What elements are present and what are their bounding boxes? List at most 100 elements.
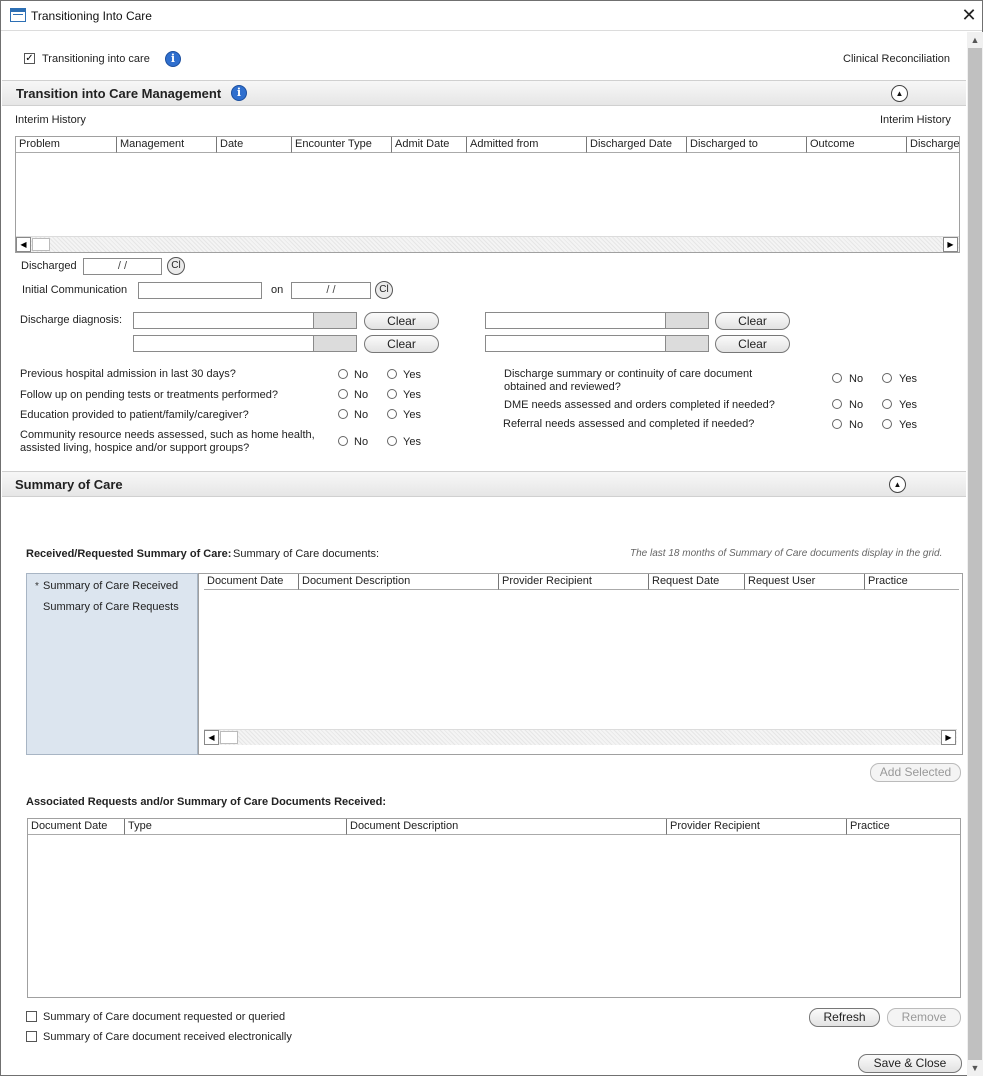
column-header[interactable]: Document Date (28, 819, 125, 835)
column-header[interactable]: Type (125, 819, 347, 835)
discharge-diagnosis-label: Discharge diagnosis: (20, 314, 123, 326)
diagnosis-lookup-box[interactable] (665, 312, 709, 329)
column-header[interactable]: Date (217, 137, 292, 153)
no-label: No (849, 399, 864, 411)
nav-item-requests[interactable]: Summary of Care Requests (43, 601, 179, 613)
yes-label: Yes (403, 369, 421, 381)
no-radio[interactable] (338, 389, 348, 399)
summary-of-care-grid[interactable]: Document Date Document Description Provi… (198, 573, 963, 755)
scroll-thumb[interactable] (32, 238, 50, 251)
column-header[interactable]: Document Description (299, 574, 499, 590)
column-header[interactable]: Request User (745, 574, 865, 590)
column-header[interactable]: Document Description (347, 819, 667, 835)
discharge-diagnosis-field[interactable] (133, 335, 314, 352)
yes-radio[interactable] (882, 419, 892, 429)
no-radio[interactable] (832, 419, 842, 429)
close-button[interactable]: ✕ (959, 5, 979, 25)
discharge-diagnosis-field[interactable] (485, 312, 666, 329)
yes-radio[interactable] (387, 436, 397, 446)
scroll-down-arrow-icon[interactable]: ▼ (967, 1060, 983, 1076)
initial-communication-clear-button[interactable]: Cl (375, 281, 393, 299)
yes-radio[interactable] (882, 399, 892, 409)
discharged-date-field[interactable]: / / (83, 258, 162, 275)
yes-radio[interactable] (882, 373, 892, 383)
diagnosis-lookup-box[interactable] (665, 335, 709, 352)
no-label: No (849, 419, 864, 431)
scroll-left-arrow-icon[interactable]: ◀ (16, 237, 31, 252)
initial-communication-date-field[interactable]: / / (291, 282, 371, 299)
column-header[interactable]: Problem (16, 137, 117, 153)
scroll-left-arrow-icon[interactable]: ◀ (204, 730, 219, 745)
info-icon[interactable]: i (165, 51, 181, 67)
column-header[interactable]: Request Date (649, 574, 745, 590)
save-and-close-button[interactable]: Save & Close (858, 1054, 962, 1073)
collapse-icon[interactable]: ▲ (889, 476, 906, 493)
no-radio[interactable] (338, 436, 348, 446)
yes-label: Yes (899, 399, 917, 411)
column-header[interactable]: Discharged to (687, 137, 807, 153)
yes-label: Yes (403, 389, 421, 401)
scroll-right-arrow-icon[interactable]: ▶ (943, 237, 958, 252)
remove-button[interactable]: Remove (887, 1008, 961, 1027)
column-header[interactable]: Encounter Type (292, 137, 392, 153)
associated-documents-grid[interactable]: Document Date Type Document Description … (27, 818, 961, 998)
horizontal-scrollbar[interactable]: ◀ ▶ (16, 236, 959, 252)
no-radio[interactable] (338, 409, 348, 419)
no-label: No (354, 389, 369, 401)
vertical-scrollbar[interactable]: ▲ ▼ (967, 32, 983, 1076)
interim-history-grid[interactable]: Problem Management Date Encounter Type A… (15, 136, 960, 253)
add-selected-button[interactable]: Add Selected (870, 763, 961, 782)
column-header[interactable]: Management (117, 137, 217, 153)
no-radio[interactable] (338, 369, 348, 379)
column-header[interactable]: Practice (847, 819, 960, 835)
scroll-right-arrow-icon[interactable]: ▶ (941, 730, 956, 745)
clear-button[interactable]: Clear (364, 312, 439, 330)
transitioning-into-care-checkbox[interactable]: ✓ (24, 53, 35, 64)
yes-radio[interactable] (387, 369, 397, 379)
yes-label: Yes (899, 419, 917, 431)
question-label: DME needs assessed and orders completed … (504, 399, 775, 411)
clear-button[interactable]: Clear (715, 312, 790, 330)
discharge-diagnosis-field[interactable] (485, 335, 666, 352)
collapse-icon[interactable]: ▲ (891, 85, 908, 102)
column-header[interactable]: Discharged Date (587, 137, 687, 153)
scroll-thumb[interactable] (220, 731, 238, 744)
column-header[interactable]: Provider Recipient (667, 819, 847, 835)
title-bar: Transitioning Into Care ✕ (1, 1, 982, 31)
scroll-thumb[interactable] (968, 48, 982, 1060)
transition-into-care-header: Transition into Care Management i ▲ (2, 80, 966, 106)
column-header[interactable]: Document Date (204, 574, 299, 590)
interim-history-link[interactable]: Interim History (880, 114, 951, 126)
interim-history-label: Interim History (15, 114, 86, 126)
column-header[interactable]: Admitted from (467, 137, 587, 153)
clear-button[interactable]: Clear (364, 335, 439, 353)
received-electronically-checkbox[interactable] (26, 1031, 37, 1042)
info-icon[interactable]: i (231, 85, 247, 101)
yes-radio[interactable] (387, 409, 397, 419)
discharged-clear-button[interactable]: Cl (167, 257, 185, 275)
refresh-button[interactable]: Refresh (809, 1008, 880, 1027)
column-header[interactable]: Provider Recipient (499, 574, 649, 590)
clear-button[interactable]: Clear (715, 335, 790, 353)
yes-radio[interactable] (387, 389, 397, 399)
no-radio[interactable] (832, 399, 842, 409)
discharged-label: Discharged (21, 260, 77, 272)
grid-note: The last 18 months of Summary of Care do… (630, 548, 943, 559)
nav-item-received[interactable]: Summary of Care Received (43, 580, 178, 592)
column-header[interactable]: Discharge (907, 137, 959, 153)
column-header[interactable]: Admit Date (392, 137, 467, 153)
scroll-up-arrow-icon[interactable]: ▲ (967, 32, 983, 48)
horizontal-scrollbar[interactable]: ◀ ▶ (204, 729, 957, 745)
no-radio[interactable] (832, 373, 842, 383)
diagnosis-lookup-box[interactable] (313, 335, 357, 352)
initial-communication-field[interactable] (138, 282, 262, 299)
window-title: Transitioning Into Care (31, 9, 152, 23)
column-header[interactable]: Practice (865, 574, 959, 590)
column-header[interactable]: Outcome (807, 137, 907, 153)
discharge-diagnosis-field[interactable] (133, 312, 314, 329)
diagnosis-lookup-box[interactable] (313, 312, 357, 329)
question-label: Referral needs assessed and completed if… (503, 418, 755, 430)
requested-or-queried-checkbox[interactable] (26, 1011, 37, 1022)
clinical-reconciliation-link[interactable]: Clinical Reconciliation (843, 53, 950, 65)
selected-bullet-icon: * (35, 581, 39, 592)
